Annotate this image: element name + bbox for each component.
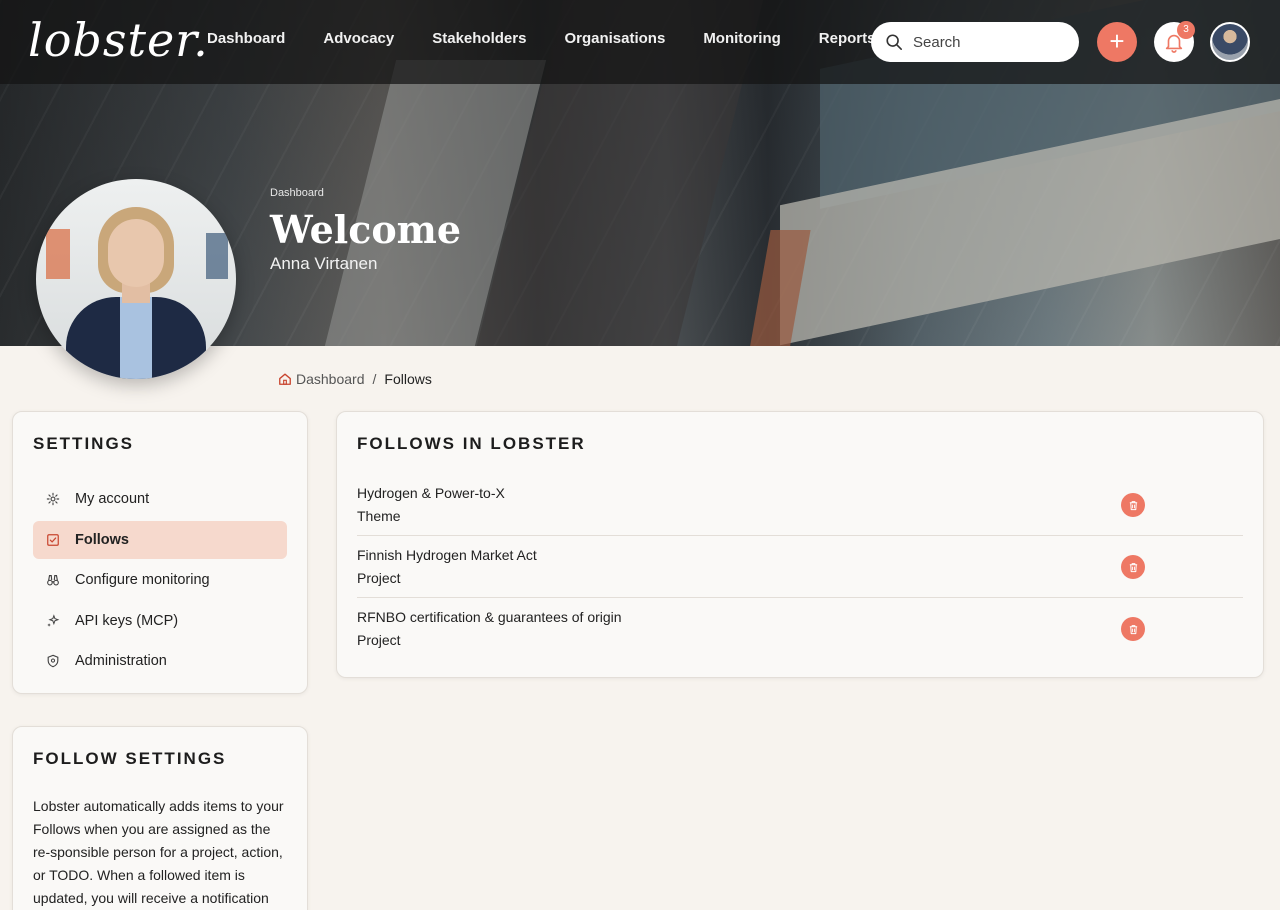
- settings-item-label: Follows: [75, 531, 129, 548]
- settings-card: SETTINGS My account Follows Configure mo…: [12, 411, 308, 694]
- hero-breadcrumb: Dashboard: [270, 187, 324, 199]
- settings-item-label: My account: [75, 491, 150, 507]
- follow-settings-title: FOLLOW SETTINGS: [33, 749, 227, 768]
- follow-settings-text: Lobster automatically adds items to your…: [33, 798, 284, 906]
- settings-title: SETTINGS: [33, 434, 135, 453]
- follow-item-type: Project: [357, 570, 401, 586]
- follows-card: FOLLOWS IN LOBSTER Hydrogen & Power-to-X…: [336, 411, 1264, 678]
- nav-organisations[interactable]: Organisations: [564, 30, 665, 47]
- trash-icon: [1129, 562, 1137, 572]
- profile-photo: [36, 179, 236, 379]
- settings-item-label: API keys (MCP): [75, 612, 179, 629]
- settings-item-administration[interactable]: Administration: [33, 642, 287, 680]
- search-box[interactable]: [871, 22, 1079, 62]
- follow-item-name[interactable]: Finnish Hydrogen Market Act: [357, 544, 1243, 567]
- nav-monitoring[interactable]: Monitoring: [703, 30, 780, 47]
- follow-item-type: Theme: [357, 508, 401, 524]
- add-button[interactable]: +: [1097, 22, 1137, 62]
- user-avatar[interactable]: [1210, 22, 1250, 62]
- follow-item: Finnish Hydrogen Market Act Project: [357, 536, 1243, 598]
- main-nav: Dashboard Advocacy Stakeholders Organisa…: [207, 30, 875, 47]
- settings-item-label: Configure monitoring: [75, 572, 210, 588]
- trash-icon: [1129, 500, 1137, 510]
- delete-follow-button[interactable]: [1121, 617, 1145, 641]
- breadcrumb-dashboard[interactable]: Dashboard: [296, 371, 365, 387]
- trash-icon: [1129, 624, 1137, 634]
- breadcrumb: Dashboard / Follows: [278, 371, 432, 387]
- delete-follow-button[interactable]: [1121, 555, 1145, 579]
- page-title: Welcome: [270, 207, 462, 252]
- gear-icon: [45, 491, 61, 507]
- follows-title: FOLLOWS IN LOBSTER: [357, 434, 586, 453]
- settings-menu: My account Follows Configure monitoring …: [33, 480, 287, 680]
- search-icon: [886, 34, 903, 51]
- nav-advocacy[interactable]: Advocacy: [323, 30, 394, 47]
- binoculars-icon: [45, 572, 61, 588]
- settings-item-api-keys[interactable]: API keys (MCP): [33, 602, 287, 640]
- settings-item-label: Administration: [75, 653, 167, 669]
- user-name: Anna Virtanen: [270, 254, 378, 273]
- home-icon: [279, 373, 291, 385]
- settings-item-configure-monitoring[interactable]: Configure monitoring: [33, 561, 287, 599]
- follow-item-name[interactable]: Hydrogen & Power-to-X: [357, 482, 1243, 505]
- notification-badge: 3: [1177, 21, 1195, 39]
- shield-icon: [45, 653, 61, 669]
- checkbox-icon: [45, 532, 61, 548]
- breadcrumb-separator: /: [372, 371, 377, 387]
- breadcrumb-current: Follows: [384, 371, 432, 387]
- nav-reports[interactable]: Reports: [819, 30, 876, 47]
- follow-item: Hydrogen & Power-to-X Theme: [357, 474, 1243, 536]
- sparkle-icon: [45, 613, 61, 629]
- search-input[interactable]: [913, 33, 1063, 51]
- follow-item-type: Project: [357, 632, 401, 648]
- follow-list: Hydrogen & Power-to-X Theme Finnish Hydr…: [357, 474, 1243, 660]
- follow-settings-card: FOLLOW SETTINGS Lobster automatically ad…: [12, 726, 308, 910]
- logo[interactable]: lobster.: [28, 12, 209, 68]
- follow-item-name[interactable]: RFNBO certification & guarantees of orig…: [357, 606, 1243, 629]
- follow-item: RFNBO certification & guarantees of orig…: [357, 598, 1243, 660]
- settings-item-follows[interactable]: Follows: [33, 520, 287, 559]
- settings-item-my-account[interactable]: My account: [33, 480, 287, 518]
- top-navigation: lobster. Dashboard Advocacy Stakeholders…: [0, 0, 1280, 84]
- nav-stakeholders[interactable]: Stakeholders: [432, 30, 526, 47]
- delete-follow-button[interactable]: [1121, 493, 1145, 517]
- nav-dashboard[interactable]: Dashboard: [207, 30, 285, 47]
